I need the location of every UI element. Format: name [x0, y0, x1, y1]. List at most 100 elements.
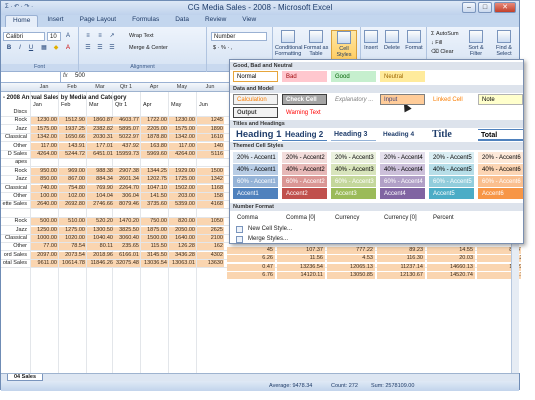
table-cell[interactable]: 2746.66 [87, 201, 113, 208]
align-right-icon[interactable]: ☰ [107, 44, 117, 53]
table-cell[interactable]: 13063.01 [169, 260, 195, 267]
table-cell[interactable]: 107.37 [297, 247, 323, 254]
heading-style-swatch[interactable]: Total [478, 129, 523, 141]
table-cell[interactable]: 141.50 [141, 193, 167, 200]
row-label[interactable]: Rock [1, 218, 29, 225]
table-cell[interactable]: 117.00 [169, 143, 195, 150]
table-cell[interactable]: 12065.13 [347, 264, 373, 271]
table-cell[interactable]: 115.50 [141, 243, 167, 250]
new-cell-style-item[interactable]: New Cell Style... [248, 226, 292, 232]
heading-style-swatch[interactable]: Heading 2 [282, 129, 327, 141]
style-swatch[interactable]: Bad [282, 71, 327, 82]
tab-home[interactable]: Home [5, 15, 39, 27]
table-cell[interactable]: 6.76 [247, 272, 273, 279]
table-cell[interactable]: 500.00 [31, 218, 57, 225]
table-cell[interactable]: 9611.00 [31, 260, 57, 267]
row-label[interactable]: ette Sales [1, 201, 29, 208]
table-cell[interactable]: 203.00 [169, 193, 195, 200]
style-swatch[interactable]: Comma [233, 212, 278, 223]
underline-icon[interactable]: U [26, 44, 36, 53]
bold-icon[interactable]: B [4, 44, 14, 53]
table-cell[interactable]: 20.03 [447, 255, 473, 262]
row-label[interactable]: Classical [1, 185, 29, 192]
row-label[interactable]: Discs [1, 109, 29, 116]
style-swatch[interactable]: Accent1 [233, 188, 278, 199]
style-swatch[interactable]: Calculation [233, 94, 278, 105]
number-format-box[interactable]: Number [211, 32, 267, 41]
table-cell[interactable]: 2601.34 [113, 176, 139, 183]
table-cell[interactable]: 1000.00 [31, 235, 57, 242]
table-cell[interactable]: 2692.80 [59, 201, 85, 208]
fill-button[interactable]: ↓ Fill [431, 40, 442, 47]
style-swatch[interactable]: Accent4 [380, 188, 425, 199]
row-label[interactable]: Jazz [1, 227, 29, 234]
table-cell[interactable]: 2100 [197, 235, 223, 242]
row-label[interactable]: otal Sales [1, 260, 29, 267]
row-label[interactable]: apes [1, 159, 29, 166]
wrap-text-button[interactable]: Wrap Text [129, 33, 154, 40]
column-header[interactable]: May [169, 84, 195, 90]
align-top-icon[interactable]: ≡ [83, 32, 93, 41]
table-cell[interactable]: 89.23 [397, 247, 423, 254]
row-label[interactable]: Jazz [1, 176, 29, 183]
table-cell[interactable]: 769.90 [87, 185, 113, 192]
style-swatch[interactable]: 20% - Accent3 [331, 152, 376, 163]
table-cell[interactable]: 754.80 [59, 185, 85, 192]
table-cell[interactable]: 1342.00 [169, 134, 195, 141]
table-cell[interactable]: 740.00 [31, 185, 57, 192]
style-swatch[interactable]: 60% - Accent5 [429, 176, 474, 187]
table-cell[interactable]: 2050.00 [169, 227, 195, 234]
row-label[interactable]: Other [1, 193, 29, 200]
table-cell[interactable]: 11237.14 [397, 264, 423, 271]
table-cell[interactable]: 1470.20 [113, 218, 139, 225]
table-cell[interactable]: 4168 [197, 201, 223, 208]
table-cell[interactable]: 2625 [197, 227, 223, 234]
table-cell[interactable]: 884.34 [87, 176, 113, 183]
table-cell[interactable]: 235.65 [113, 243, 139, 250]
table-cell[interactable]: 5969.60 [141, 151, 167, 158]
column-header[interactable]: Apr [141, 84, 167, 90]
table-cell[interactable]: 80.11 [87, 243, 113, 250]
tab-insert[interactable]: Insert [40, 15, 70, 27]
style-swatch[interactable]: Comma [0] [282, 212, 327, 223]
style-swatch[interactable]: Accent6 [478, 188, 523, 199]
table-cell[interactable]: 1575.00 [31, 126, 57, 133]
column-header[interactable]: Feb [59, 84, 85, 90]
table-cell[interactable]: 3145.50 [141, 252, 167, 259]
table-cell[interactable]: 2382.82 [87, 126, 113, 133]
style-swatch[interactable]: Percent [429, 212, 474, 223]
column-header[interactable]: Qtr 1 [113, 84, 139, 90]
table-cell[interactable]: 5116 [197, 151, 223, 158]
table-cell[interactable]: 11.56 [297, 255, 323, 262]
maximize-button[interactable]: □ [478, 2, 492, 13]
table-cell[interactable]: 4264.00 [169, 151, 195, 158]
style-swatch[interactable]: 40% - Accent6 [478, 164, 523, 175]
row-label[interactable]: Jazz [1, 126, 29, 133]
table-cell[interactable]: 1937.25 [59, 126, 85, 133]
table-cell[interactable]: 117.00 [31, 143, 57, 150]
table-cell[interactable]: 510.00 [59, 218, 85, 225]
table-cell[interactable]: 437.92 [113, 143, 139, 150]
table-cell[interactable]: 5244.72 [59, 151, 85, 158]
font-color-icon[interactable]: A [63, 44, 73, 53]
table-cell[interactable]: 15959.73 [113, 151, 139, 158]
table-cell[interactable]: 1230.00 [31, 117, 57, 124]
heading-style-swatch[interactable]: Heading 3 [331, 129, 376, 141]
font-size-box[interactable]: 10 [47, 32, 61, 41]
style-swatch[interactable]: Check Cell [282, 94, 327, 105]
table-cell[interactable]: 2097.00 [31, 252, 57, 259]
style-swatch[interactable]: 20% - Accent5 [429, 152, 474, 163]
style-swatch[interactable]: 60% - Accent3 [331, 176, 376, 187]
column-header[interactable]: Jun [197, 84, 223, 90]
table-cell[interactable]: 1230.00 [169, 117, 195, 124]
table-cell[interactable]: 2907.38 [113, 168, 139, 175]
column-header[interactable]: Mar [87, 84, 113, 90]
style-swatch[interactable]: 60% - Accent4 [380, 176, 425, 187]
table-cell[interactable]: 2030.31 [87, 134, 113, 141]
table-cell[interactable]: 1500.00 [141, 235, 167, 242]
tab-formulas[interactable]: Formulas [125, 15, 166, 27]
table-cell[interactable]: 4603.77 [113, 117, 139, 124]
autosum-button[interactable]: Σ AutoSum [431, 31, 459, 38]
table-cell[interactable]: 1300.50 [87, 227, 113, 234]
table-cell[interactable]: 13050.85 [347, 272, 373, 279]
